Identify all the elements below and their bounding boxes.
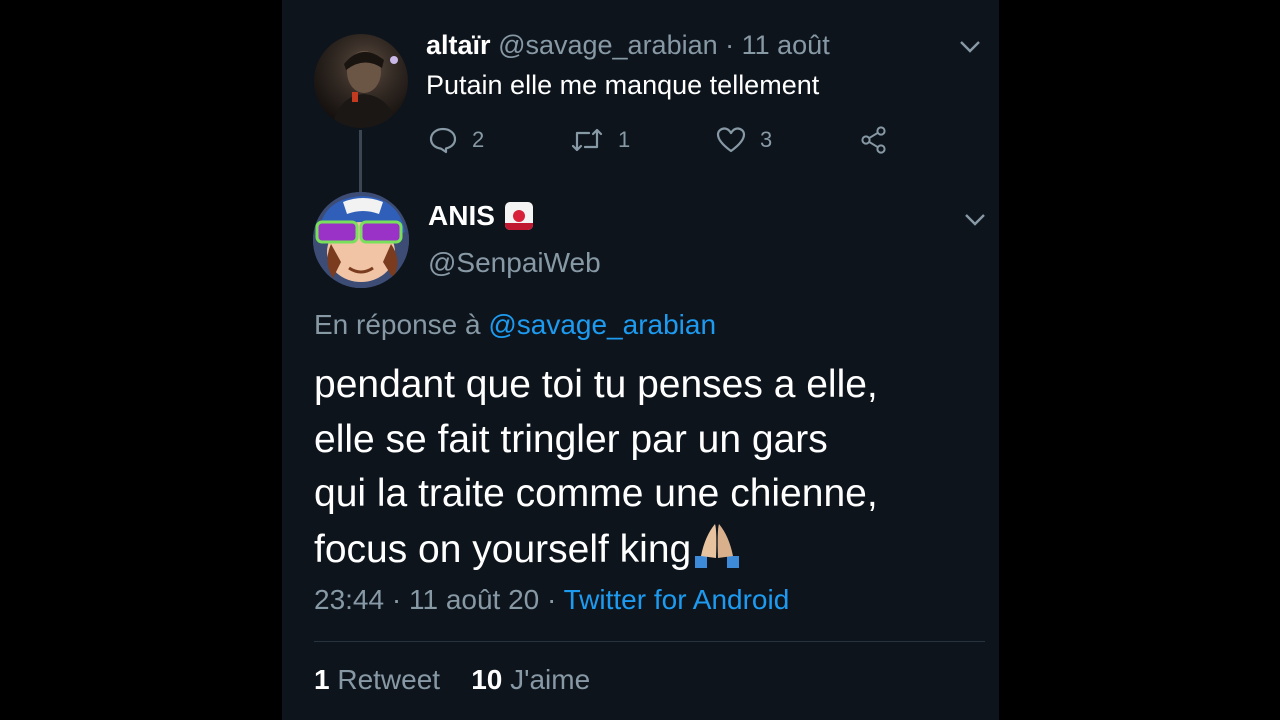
reply-prefix: En réponse à (314, 309, 489, 340)
heart-icon (716, 127, 746, 153)
likes-stat[interactable]: 10 J'aime (471, 664, 590, 695)
main-menu-chevron-down-icon[interactable] (964, 213, 986, 227)
thread-line (359, 130, 362, 194)
retweets-count: 1 (314, 664, 330, 695)
folded-hands-emoji (691, 522, 743, 568)
retweet-icon (571, 128, 603, 152)
parent-header: altaïr @savage_arabian · 11 août (426, 30, 830, 61)
client-link[interactable]: Twitter for Android (564, 584, 790, 615)
tweet-line: focus on yourself king (314, 527, 692, 571)
share-action[interactable] (859, 120, 889, 160)
parent-separator: · (717, 30, 742, 60)
meta-separator: · (539, 584, 564, 615)
tweet-date: 11 août 20 (408, 584, 540, 615)
retweet-action[interactable]: 1 (570, 120, 630, 160)
likes-label: J'aime (510, 664, 591, 695)
tweet-line: elle se fait tringler par un gars (314, 417, 828, 461)
share-icon (861, 126, 886, 154)
like-count: 3 (760, 127, 773, 152)
tweet-time: 23:44 (314, 584, 385, 615)
retweets-stat[interactable]: 1 Retweet (314, 664, 440, 695)
parent-avatar[interactable] (314, 34, 408, 128)
retweets-label: Retweet (337, 664, 441, 695)
main-tweet-text: pendant que toi tu penses a elle, elle s… (314, 358, 974, 577)
reply-action[interactable]: 2 (428, 120, 484, 160)
parent-display-name[interactable]: altaïr (426, 30, 491, 60)
retweet-count: 1 (618, 127, 631, 152)
reply-count: 2 (472, 127, 485, 152)
badge-emoji (504, 202, 533, 230)
tweet-line: qui la traite comme une chienne, (314, 472, 878, 515)
likes-count: 10 (471, 664, 503, 695)
parent-tweet-text: Putain elle me manque tellement (426, 70, 820, 100)
parent-date[interactable]: 11 août (742, 30, 830, 60)
main-author: ANIS (428, 200, 533, 232)
reply-context: En réponse à @savage_arabian (314, 309, 716, 341)
like-action[interactable]: 3 (716, 120, 772, 160)
divider (314, 641, 985, 642)
main-handle[interactable]: @SenpaiWeb (428, 247, 601, 279)
meta-separator: · (384, 584, 409, 615)
engagement-stats: 1 Retweet 10 J'aime (314, 664, 590, 696)
tweet-line: pendant que toi tu penses a elle, (314, 363, 878, 406)
main-avatar[interactable] (313, 192, 409, 288)
reply-icon (429, 127, 457, 154)
tweet-metadata: 23:44 · 11 août 20 · Twitter for Android (314, 584, 789, 616)
parent-menu-chevron-down-icon[interactable] (959, 40, 981, 54)
main-display-name[interactable]: ANIS (428, 200, 495, 232)
reply-to-handle-link[interactable]: @savage_arabian (488, 309, 716, 340)
parent-handle[interactable]: @savage_arabian (498, 30, 718, 60)
parent-actions: 2 1 3 (426, 120, 896, 160)
